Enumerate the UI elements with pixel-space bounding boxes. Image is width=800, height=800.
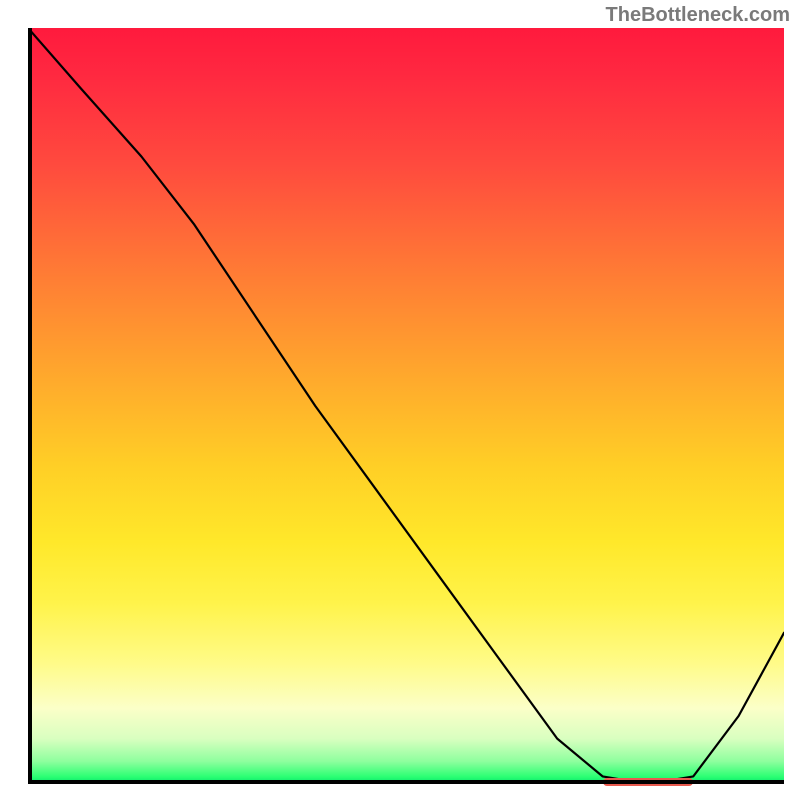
optimal-range-marker	[603, 778, 694, 786]
chart-container: TheBottleneck.com	[0, 0, 800, 800]
attribution-text: TheBottleneck.com	[606, 4, 790, 27]
bottleneck-curve	[28, 28, 784, 784]
plot-area	[28, 28, 784, 784]
